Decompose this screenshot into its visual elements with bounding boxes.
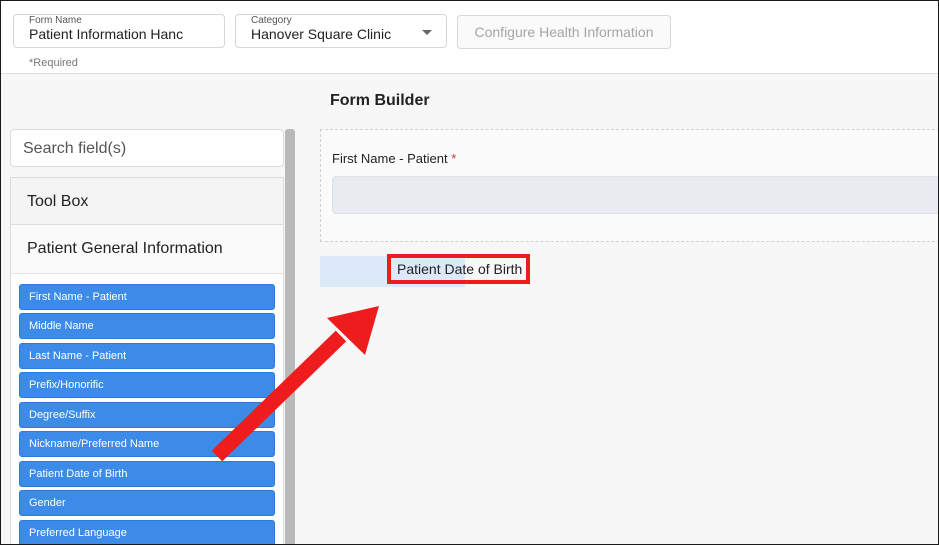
app-window: Form Name Patient Information Hanc Categ… bbox=[0, 0, 939, 545]
arrow-shaft bbox=[211, 330, 347, 462]
arrow-annotation bbox=[211, 306, 379, 462]
